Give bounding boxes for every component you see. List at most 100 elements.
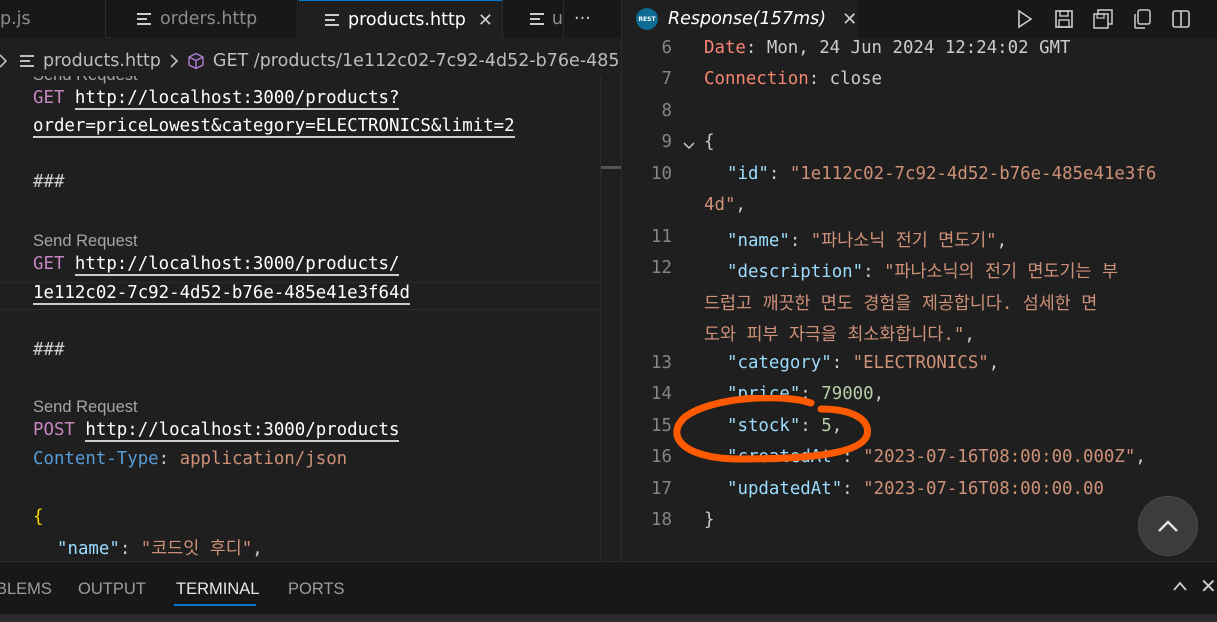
response-line: 17 "updatedAt": "2023-07-16T08:00:00.00	[622, 479, 1217, 510]
line-number: 17	[651, 479, 672, 499]
json-key: "name"	[57, 539, 120, 559]
line-number: 18	[651, 510, 672, 530]
json-value: "파나소닉의 전기 면도기는 부	[884, 262, 1118, 282]
line-content: "price": 79000,	[727, 384, 884, 404]
tab-terminal[interactable]: TERMINAL	[176, 580, 259, 599]
tab-label: orders.http	[160, 9, 258, 29]
response-editor-group: REST Response(157ms) ✕ 6 Date: Mon, 24 Ju…	[621, 0, 1217, 561]
http-method: POST	[33, 420, 75, 440]
response-line: 7 Connection: close	[622, 69, 1217, 100]
json-key: "id"	[727, 164, 769, 184]
tab-orders-http[interactable]: orders.http	[111, 0, 298, 38]
response-line: 4d",	[622, 195, 1217, 226]
run-icon[interactable]	[1012, 6, 1038, 32]
json-brace: }	[704, 510, 715, 530]
line-content: Connection: close	[704, 69, 882, 89]
colon: :	[863, 262, 885, 282]
request-url[interactable]: 1e112c02-7c92-4d52-b76e-485e41e3f64d	[33, 283, 410, 305]
save-body-icon[interactable]	[1090, 6, 1116, 32]
line-number: 15	[651, 416, 672, 436]
send-request-codelens[interactable]: Send Request	[33, 232, 138, 251]
request-line: GET http://localhost:3000/products/	[33, 254, 400, 276]
colon: :	[768, 164, 790, 184]
right-tab-bar: REST Response(157ms) ✕	[622, 0, 1217, 38]
request-separator: ###	[33, 340, 65, 360]
tab-ports[interactable]: PORTS	[288, 580, 345, 599]
response-line: 9{	[622, 132, 1217, 163]
line-number: 13	[651, 353, 672, 373]
tab-products-http[interactable]: products.http ✕	[299, 0, 503, 39]
tab-problems[interactable]: BLEMS	[0, 580, 52, 599]
header-value: Mon, 24 Jun 2024 12:24:02 GMT	[766, 38, 1071, 58]
chevron-right-icon	[170, 54, 179, 68]
breadcrumb: products.http GET /products/1e112c02-7c9…	[0, 46, 621, 76]
chevron-down-icon[interactable]	[682, 132, 696, 157]
response-body[interactable]: 6 Date: Mon, 24 Jun 2024 12:24:02 GMT 7 Con…	[622, 38, 1217, 561]
response-line: 10 "id": "1e112c02-7c92-4d52-b76e-485e41e…	[622, 164, 1217, 195]
close-icon[interactable]: ✕	[842, 9, 857, 30]
response-line: 18}	[622, 510, 1217, 541]
tab-label: products.http	[348, 10, 466, 30]
send-request-codelens[interactable]: Send Request	[33, 76, 138, 85]
tab-label: u	[551, 9, 563, 29]
comma: ,	[1135, 447, 1146, 467]
left-editor-group: p.js orders.http products.http ✕ u ··· p…	[0, 0, 621, 561]
request-url[interactable]: http://localhost:3000/products	[85, 420, 400, 442]
line-content: "id": "1e112c02-7c92-4d52-b76e-485e41e3f…	[727, 164, 1156, 184]
line-content: "description": "파나소닉의 전기 면도기는 부	[727, 258, 1118, 283]
request-url[interactable]: http://localhost:3000/products/	[74, 254, 400, 276]
line-content: "category": "ELECTRONICS",	[727, 353, 999, 373]
chevron-up-icon[interactable]	[1170, 576, 1190, 596]
overflow-icon: ···	[574, 9, 591, 29]
file-lines-icon	[325, 14, 339, 26]
file-lines-icon	[20, 55, 34, 67]
scroll-position-marker	[601, 166, 621, 169]
breadcrumb-symbol[interactable]: GET /products/1e112c02-7c92-4d52-b76e-48…	[213, 51, 620, 71]
line-content: "createdAt": "2023-07-16T08:00:00.000Z",	[727, 447, 1146, 467]
request-separator: ###	[33, 172, 65, 192]
rest-client-icon: REST	[636, 8, 658, 30]
json-key: "name"	[727, 231, 790, 251]
save-icon[interactable]	[1051, 6, 1077, 32]
header-key: Content-Type	[33, 449, 159, 469]
scroll-to-top-button[interactable]	[1138, 496, 1198, 556]
request-url[interactable]: order=priceLowest&category=ELECTRONICS&l…	[33, 116, 515, 138]
request-line: GET http://localhost:3000/products?	[33, 88, 400, 110]
response-line: 14 "price": 79000,	[622, 384, 1217, 415]
send-request-codelens[interactable]: Send Request	[33, 398, 138, 417]
close-icon[interactable]: ✕	[1200, 574, 1217, 598]
header-key: Date	[704, 38, 746, 58]
colon: :	[842, 479, 864, 499]
response-line: 15 "stock": 5,	[622, 416, 1217, 447]
colon: :	[158, 449, 170, 469]
json-key: "updatedAt"	[727, 479, 843, 499]
json-line: "name": "코드잇 후디",	[57, 535, 263, 560]
line-number: 10	[651, 164, 672, 184]
vertical-scrollbar[interactable]	[600, 76, 621, 561]
split-icon[interactable]	[1168, 6, 1194, 32]
tab-u[interactable]: u	[504, 0, 564, 38]
tab-app-js[interactable]: p.js	[0, 0, 106, 38]
request-editor[interactable]: Send Request GET http://localhost:3000/p…	[0, 76, 600, 561]
response-line: 8	[622, 101, 1217, 132]
breadcrumb-file[interactable]: products.http	[43, 51, 161, 71]
request-url[interactable]: http://localhost:3000/products?	[74, 88, 400, 110]
response-line: 도와 피부 자극을 최소화합니다.",	[622, 321, 1217, 352]
comma: ,	[252, 539, 263, 559]
tab-overflow-button[interactable]: ···	[564, 0, 621, 38]
tab-output[interactable]: OUTPUT	[78, 580, 146, 599]
colon: :	[800, 416, 822, 436]
close-icon[interactable]: ✕	[478, 10, 493, 31]
tab-response[interactable]: REST Response(157ms) ✕	[622, 0, 858, 38]
line-content: 도와 피부 자극을 최소화합니다.",	[704, 321, 975, 346]
copy-icon[interactable]	[1129, 6, 1155, 32]
request-line: order=priceLowest&category=ELECTRONICS&l…	[33, 116, 515, 138]
json-brace: {	[704, 132, 715, 152]
json-open-brace: {	[33, 507, 44, 527]
line-content: 4d",	[704, 195, 746, 215]
line-content: Date: Mon, 24 Jun 2024 12:24:02 GMT	[704, 38, 1070, 58]
response-line: 11 "name": "파나소닉 전기 면도기",	[622, 227, 1217, 258]
line-number: 16	[651, 447, 672, 467]
line-content: {	[704, 132, 714, 152]
file-lines-icon	[530, 13, 544, 25]
